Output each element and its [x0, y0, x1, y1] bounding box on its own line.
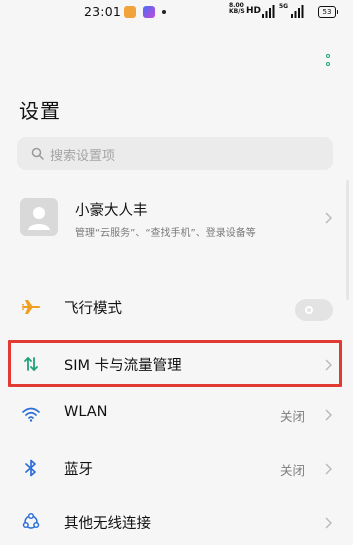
user-icon — [28, 207, 50, 230]
airplane-mode-label: 飞行模式 — [64, 301, 122, 317]
other-wireless-label: 其他无线连接 — [64, 516, 151, 532]
status-time: 23:01 — [84, 4, 122, 19]
avatar — [20, 198, 58, 236]
chevron-right-icon — [325, 463, 332, 475]
network-speed-unit: KB/S — [229, 8, 245, 15]
app-notification-icon — [124, 6, 136, 18]
scrollbar[interactable] — [346, 180, 349, 300]
airplane-mode-row[interactable]: 飞行模式 — [0, 284, 353, 330]
search-input[interactable]: 搜索设置项 — [17, 137, 333, 170]
bluetooth-row[interactable]: 蓝牙 关闭 — [0, 445, 353, 491]
hd-voice-indicator: HD — [246, 6, 262, 16]
wlan-label: WLAN — [64, 404, 108, 420]
signal-5g-label: 5G — [279, 3, 289, 10]
account-card[interactable]: 小豪大人丰 管理“云服务”、“查找手机”、登录设备等 — [0, 186, 353, 252]
search-placeholder: 搜索设置项 — [50, 149, 116, 164]
network-speed: 8.00 KB/S — [229, 3, 245, 15]
signal-icon — [262, 5, 275, 18]
status-bar: 23:01 8.00 KB/S HD 5G 53 — [0, 0, 353, 28]
app-notification-icon — [143, 6, 155, 18]
wifi-icon — [22, 407, 40, 422]
bluetooth-status: 关闭 — [280, 463, 306, 478]
highlight-box — [8, 340, 342, 387]
settings-page: 23:01 8.00 KB/S HD 5G 53 设置 搜索设置项 小豪大人丰 … — [0, 0, 353, 545]
toggle-knob — [305, 306, 313, 314]
page-title: 设置 — [19, 99, 61, 123]
wlan-status: 关闭 — [280, 409, 306, 424]
account-name: 小豪大人丰 — [75, 203, 148, 219]
bluetooth-label: 蓝牙 — [64, 462, 93, 478]
wireless-connections-icon — [22, 512, 40, 529]
wlan-row[interactable]: WLAN 关闭 — [0, 391, 353, 437]
airplane-mode-toggle[interactable] — [295, 299, 333, 321]
other-wireless-row[interactable]: 其他无线连接 — [0, 499, 353, 545]
battery-icon: 53 — [318, 6, 338, 18]
chevron-right-icon — [325, 409, 332, 421]
account-description: 管理“云服务”、“查找手机”、登录设备等 — [75, 228, 256, 239]
more-options-icon[interactable] — [324, 52, 332, 72]
signal-icon — [291, 5, 304, 18]
chevron-right-icon — [325, 517, 332, 529]
bluetooth-icon — [25, 459, 36, 477]
more-notifications-dot-icon — [162, 10, 166, 14]
airplane-icon — [22, 300, 40, 314]
chevron-right-icon — [325, 212, 332, 224]
search-icon — [31, 147, 44, 160]
